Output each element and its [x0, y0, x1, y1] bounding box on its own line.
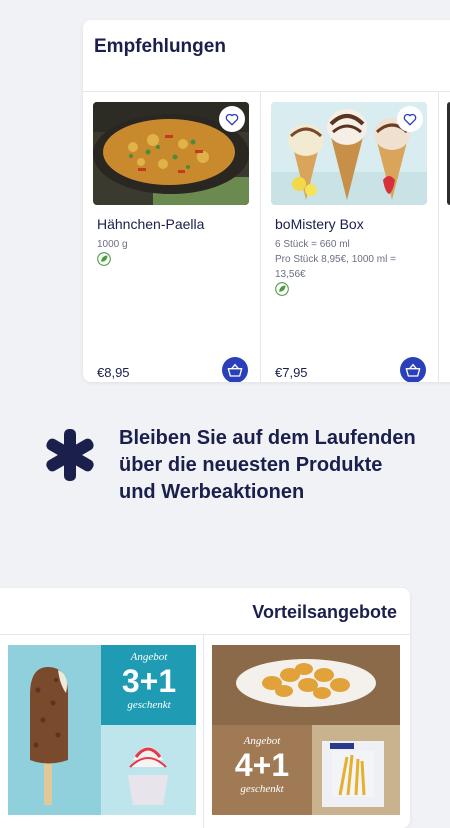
badge-deal: 3+1 [121, 663, 177, 699]
basket-icon [405, 363, 421, 377]
badge-note: geschenkt [127, 699, 171, 711]
product-price: €7,95 [275, 365, 308, 380]
offers-card: Vorteilsangebote Angebot 3+1 geschenkt A… [0, 588, 410, 828]
badge-deal: 4+1 [234, 747, 290, 783]
favorite-button[interactable] [397, 106, 423, 132]
divider [203, 635, 204, 828]
basket-icon [227, 363, 243, 377]
product-weight: 1000 g [97, 239, 128, 250]
badge-label: Angebot [130, 651, 168, 663]
product-meta: 6 Stück = 660 ml Pro Stück 8,95€, 1000 m… [275, 237, 425, 282]
badge-label: Angebot [243, 735, 281, 747]
leaf-icon [97, 252, 111, 266]
product-image-ice-cream[interactable] [271, 102, 427, 205]
heart-icon [403, 113, 417, 125]
recommendations-card: Empfehlungen Hähnchen-Paella 1000 g €8,9… [83, 20, 450, 382]
product-image-paella[interactable] [93, 102, 249, 205]
newsletter-promo-text[interactable]: Bleiben Sie auf dem Laufenden über die n… [119, 425, 419, 506]
asterisk-icon [46, 429, 94, 481]
product-name: Hähnchen-Paella [97, 216, 205, 232]
divider [0, 634, 410, 635]
recommendations-title: Empfehlungen [94, 36, 226, 57]
product-meta: 1000 g [97, 237, 247, 252]
offer-badge: Angebot 4+1 geschenkt [216, 735, 308, 795]
product-price: €8,95 [97, 365, 130, 380]
offer-tile-3plus1[interactable]: Angebot 3+1 geschenkt [8, 645, 196, 815]
product-name: boMistery Box [275, 216, 364, 232]
heart-icon [225, 113, 239, 125]
product-quantity: 6 Stück = 660 ml [275, 239, 350, 250]
product-card-paella[interactable]: Hähnchen-Paella 1000 g €8,95 [83, 92, 260, 382]
product-card-mistery-box[interactable]: boMistery Box 6 Stück = 660 ml Pro Stück… [261, 92, 438, 382]
leaf-icon [275, 282, 289, 296]
offer-badge: Angebot 3+1 geschenkt [105, 651, 193, 711]
favorite-button[interactable] [219, 106, 245, 132]
add-to-cart-button[interactable] [222, 357, 248, 382]
offers-title: Vorteilsangebote [252, 602, 397, 622]
add-to-cart-button[interactable] [400, 357, 426, 382]
badge-note: geschenkt [240, 783, 284, 795]
product-unit-price: Pro Stück 8,95€, 1000 ml = 13,56€ [275, 254, 396, 280]
offer-tile-4plus1[interactable]: Angebot 4+1 geschenkt [212, 645, 400, 815]
divider [438, 92, 439, 382]
